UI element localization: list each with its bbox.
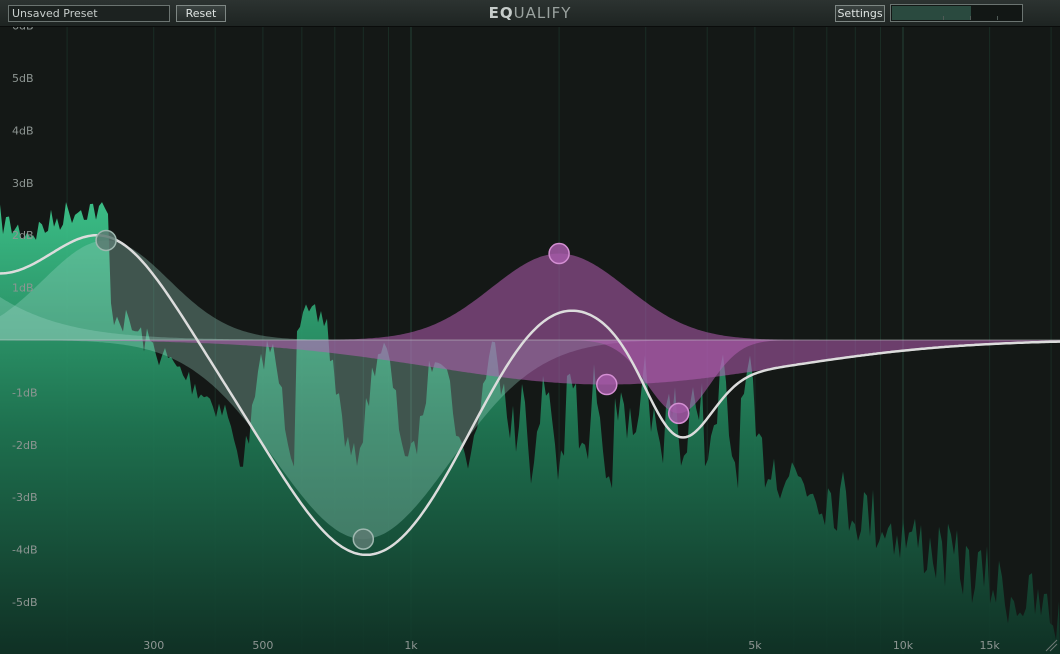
toolbar: Unsaved Preset Reset EQUALIFY Settings bbox=[0, 0, 1060, 27]
freq-label: 1k bbox=[404, 639, 418, 652]
meter-tick bbox=[970, 16, 971, 20]
band-handle-band-3[interactable] bbox=[352, 528, 375, 550]
db-label: 1dB bbox=[12, 282, 34, 295]
freq-label: 10k bbox=[893, 639, 914, 652]
db-label: 2dB bbox=[12, 229, 34, 242]
app-title-bold: EQ bbox=[488, 4, 514, 22]
equalizer-window: Unsaved Preset Reset EQUALIFY Settings 5… bbox=[0, 0, 1060, 654]
db-label: -3dB bbox=[12, 491, 38, 504]
freq-label: 15k bbox=[979, 639, 1000, 652]
db-label: 5dB bbox=[12, 72, 34, 85]
db-label: -5dB bbox=[12, 596, 38, 609]
band-handle-band-5[interactable] bbox=[596, 373, 618, 396]
settings-button[interactable]: Settings bbox=[835, 5, 885, 22]
db-label: -2dB bbox=[12, 439, 38, 452]
band-handle-band-2[interactable] bbox=[95, 229, 117, 252]
freq-label: 300 bbox=[143, 639, 164, 652]
app-title-rest: UALIFY bbox=[513, 4, 572, 22]
output-level-meter bbox=[890, 4, 1023, 22]
eq-graph[interactable]: 6dB 5dB 4dB 3dB 2dB 1dB -1dB -2dB -3dB -4dB -5dB 50… bbox=[0, 27, 1060, 654]
db-label: -4dB bbox=[12, 544, 38, 557]
freq-label: 500 bbox=[252, 639, 273, 652]
db-label: 4dB bbox=[12, 124, 34, 137]
db-label: 6dB bbox=[12, 27, 34, 33]
db-label: 3dB bbox=[12, 177, 34, 190]
output-level-fill bbox=[892, 6, 971, 20]
db-label: -1dB bbox=[12, 386, 38, 399]
band-handle-band-4[interactable] bbox=[548, 242, 570, 265]
band-handle-band-6[interactable] bbox=[667, 402, 690, 425]
app-title: EQUALIFY bbox=[450, 3, 610, 23]
reset-button[interactable]: Reset bbox=[176, 5, 226, 22]
freq-label: 5k bbox=[748, 639, 762, 652]
meter-tick bbox=[997, 16, 998, 20]
meter-tick bbox=[943, 16, 944, 20]
preset-name-field[interactable]: Unsaved Preset bbox=[8, 5, 170, 22]
